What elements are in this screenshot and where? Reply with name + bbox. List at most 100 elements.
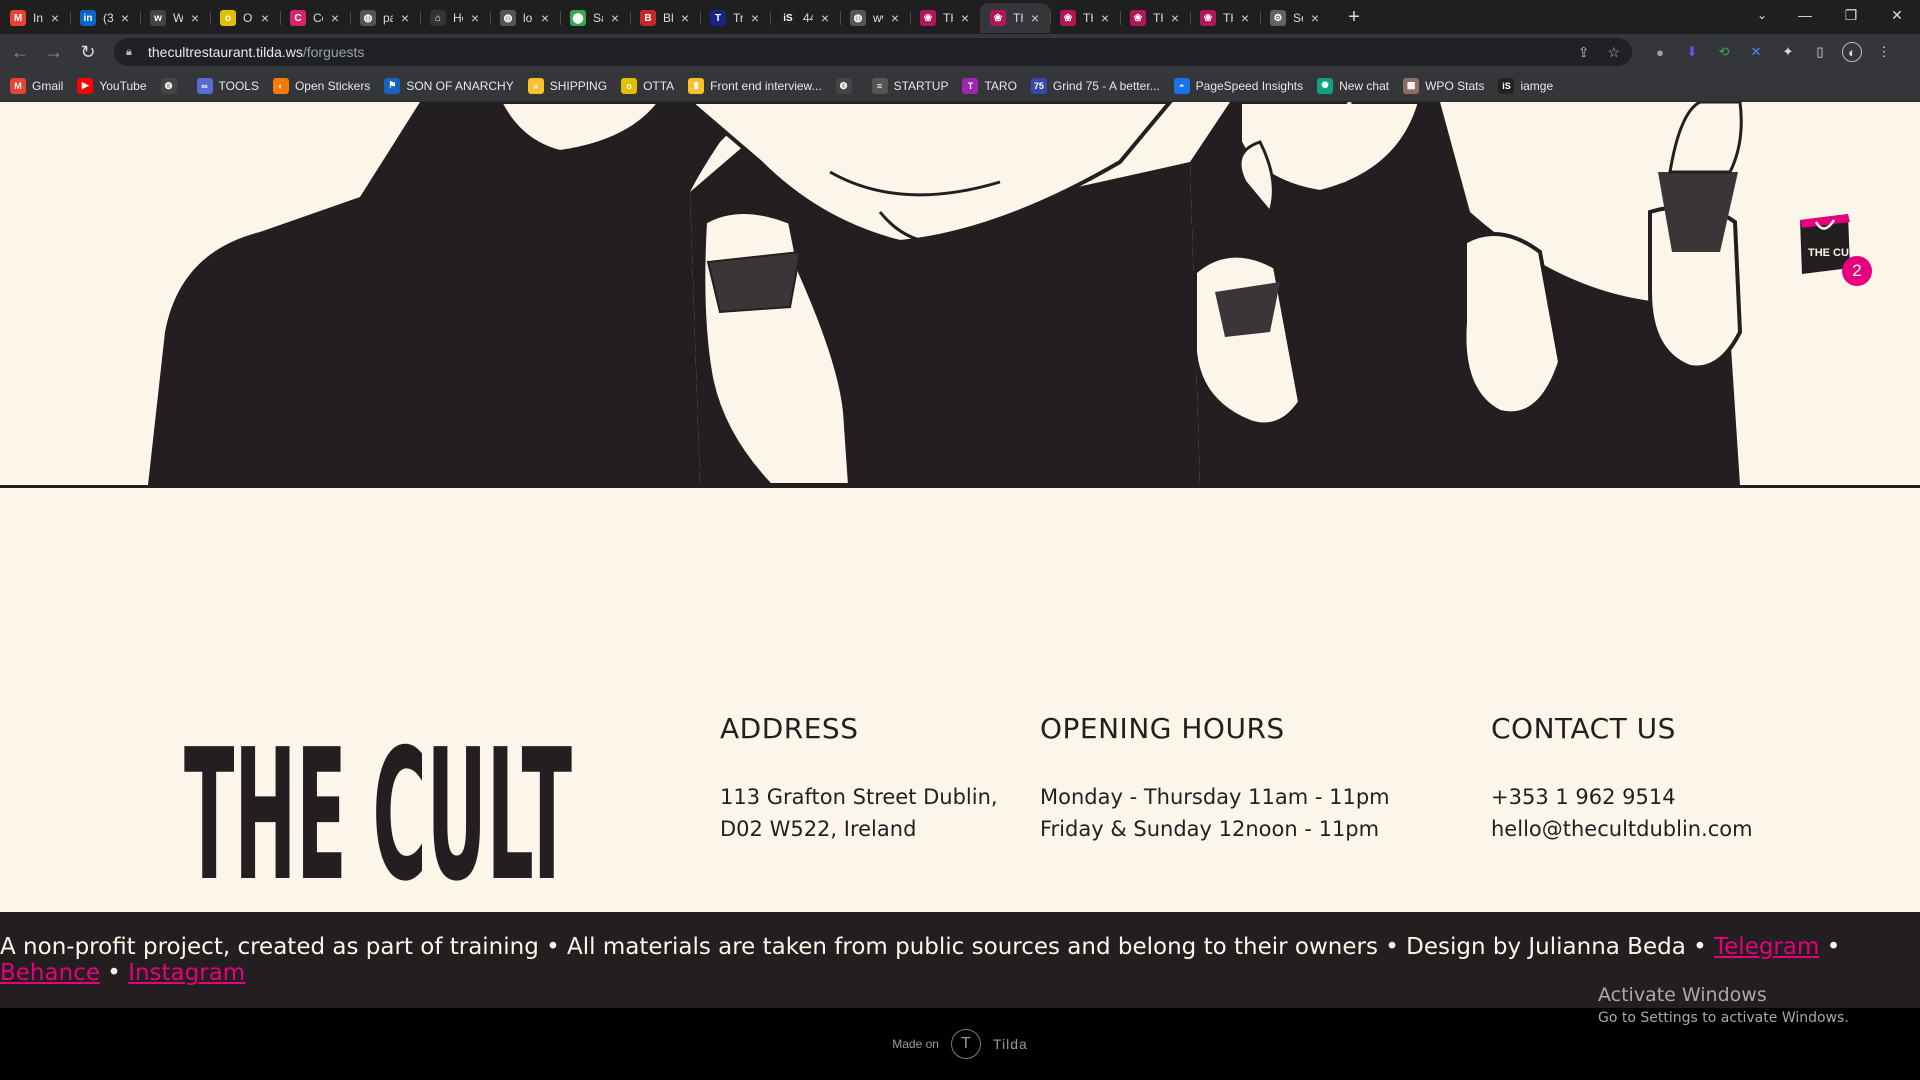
browser-tab[interactable]: B Blac × bbox=[630, 3, 700, 33]
x-extension-icon[interactable]: ✕ bbox=[1746, 42, 1766, 62]
bookmark-label: Gmail bbox=[32, 78, 64, 93]
bookmark-item[interactable]: ✺ New chat bbox=[1317, 77, 1390, 94]
browser-tab[interactable]: in (3) f × bbox=[70, 3, 140, 33]
back-button[interactable]: ← bbox=[6, 42, 34, 63]
bookmark-label: iamge bbox=[1520, 78, 1554, 93]
extension-icon[interactable]: ● bbox=[1650, 42, 1670, 62]
tab-close-icon[interactable]: × bbox=[537, 10, 553, 26]
tab-close-icon[interactable]: × bbox=[1237, 10, 1253, 26]
bookmark-item[interactable]: ⚑ SON OF ANARCHY bbox=[384, 77, 514, 94]
contact-phone-link[interactable]: +353 1 962 9514 bbox=[1491, 781, 1753, 813]
tilda-site-icon: ❀ bbox=[1060, 10, 1076, 26]
globe-icon: ◍ bbox=[160, 77, 177, 94]
tab-close-icon[interactable]: × bbox=[957, 10, 973, 26]
lock-icon[interactable]: 🔒︎ bbox=[126, 46, 138, 59]
close-window-button[interactable]: ✕ bbox=[1874, 7, 1920, 24]
reload-button[interactable]: ↻ bbox=[74, 42, 102, 63]
browser-tab[interactable]: M Inbox × bbox=[0, 3, 70, 33]
gmail-icon: M bbox=[10, 77, 26, 94]
address-bar[interactable]: 🔒︎ thecultrestaurant.tilda.ws/forguests … bbox=[114, 38, 1632, 66]
bookmark-item[interactable]: 75 Grind 75 - A better... bbox=[1030, 77, 1160, 94]
tab-close-icon[interactable]: × bbox=[817, 10, 833, 26]
tab-close-icon[interactable]: × bbox=[1307, 10, 1323, 26]
tilda-logo-icon: T bbox=[950, 1029, 981, 1059]
bookmark-item[interactable]: o OTTA bbox=[621, 77, 674, 94]
tab-close-icon[interactable]: × bbox=[467, 10, 483, 26]
telegram-link[interactable]: Telegram bbox=[1714, 934, 1819, 960]
brand-logo[interactable]: THE CULT bbox=[184, 708, 572, 884]
browser-tab[interactable]: ◍ www × bbox=[840, 3, 910, 33]
bookmark-item[interactable]: ◐ Open Stickers bbox=[272, 77, 370, 94]
profile-avatar-icon[interactable]: ◐ bbox=[1842, 42, 1862, 62]
browser-tab[interactable]: o Otta × bbox=[210, 3, 280, 33]
browser-toolbar: ← → ↻ 🔒︎ thecultrestaurant.tilda.ws/forg… bbox=[0, 34, 1920, 70]
share-icon[interactable]: ⇪ bbox=[1578, 44, 1590, 61]
minimize-button[interactable]: — bbox=[1782, 7, 1828, 23]
browser-tab[interactable]: ⬤ Sab × bbox=[560, 3, 630, 33]
forward-button[interactable]: → bbox=[40, 42, 68, 63]
bookmark-item[interactable]: » SHIPPING bbox=[527, 77, 607, 94]
browser-tab[interactable]: ❀ THE × bbox=[1050, 3, 1120, 33]
bookmark-item[interactable]: iS iamge bbox=[1498, 77, 1554, 94]
bookmark-item[interactable]: ≡ STARTUP bbox=[871, 77, 948, 94]
bookmark-item[interactable]: ◍ bbox=[835, 77, 858, 94]
tab-close-icon[interactable]: × bbox=[117, 10, 133, 26]
shipping-icon: » bbox=[527, 77, 544, 94]
tab-close-icon[interactable]: × bbox=[747, 10, 763, 26]
browser-tab[interactable]: ◍ pap × bbox=[350, 3, 420, 33]
tab-close-icon[interactable]: × bbox=[1097, 10, 1113, 26]
browser-tab[interactable]: T Truz × bbox=[700, 3, 770, 33]
browser-tab[interactable]: ⌂ Hon × bbox=[420, 3, 490, 33]
bookmark-label: TARO bbox=[984, 78, 1017, 93]
bookmark-star-icon[interactable]: ☆ bbox=[1607, 44, 1620, 61]
tab-close-icon[interactable]: × bbox=[887, 10, 903, 26]
tab-close-icon[interactable]: × bbox=[1167, 10, 1183, 26]
folder-icon: ∞ bbox=[196, 77, 213, 94]
tab-close-icon[interactable]: × bbox=[1027, 10, 1043, 26]
download-extension-icon[interactable]: ⬇ bbox=[1682, 42, 1702, 62]
browser-tab[interactable]: ❀ THE × bbox=[980, 3, 1050, 33]
bookmark-item[interactable]: T TARO bbox=[962, 77, 1017, 94]
activate-title: Activate Windows bbox=[1598, 984, 1767, 1006]
bookmark-item[interactable]: ▦ WPO Stats bbox=[1403, 77, 1484, 94]
browser-tab[interactable]: ❀ THE × bbox=[910, 3, 980, 33]
tab-list: M Inbox × in (3) f × w We × o Otta × C Con × ◍ pap × ⌂ Hon ×… bbox=[0, 0, 1330, 34]
restore-button[interactable]: ❐ bbox=[1828, 7, 1874, 24]
tab-title: www bbox=[873, 11, 883, 25]
hours-line1: Monday - Thursday 11am - 11pm bbox=[1040, 785, 1390, 809]
tab-close-icon[interactable]: × bbox=[187, 10, 203, 26]
sync-extension-icon[interactable]: ⟲ bbox=[1714, 42, 1734, 62]
puzzle-icon[interactable]: ✦ bbox=[1778, 42, 1798, 62]
tab-title: We bbox=[173, 11, 183, 25]
sidepanel-icon[interactable]: ▯ bbox=[1810, 42, 1830, 62]
bookmark-label: New chat bbox=[1339, 78, 1390, 93]
new-tab-button[interactable]: + bbox=[1342, 6, 1366, 29]
behance-link[interactable]: Behance bbox=[0, 960, 100, 986]
tab-close-icon[interactable]: × bbox=[607, 10, 623, 26]
instagram-link[interactable]: Instagram bbox=[128, 960, 245, 986]
hours-text: Monday - Thursday 11am - 11pm Friday & S… bbox=[1040, 781, 1390, 845]
contact-email-link[interactable]: hello@thecultdublin.com bbox=[1491, 813, 1753, 845]
browser-tab[interactable]: ⚙ Setti × bbox=[1260, 3, 1330, 33]
tab-close-icon[interactable]: × bbox=[257, 10, 273, 26]
tab-search-icon[interactable]: ⌄ bbox=[1742, 8, 1782, 22]
bookmark-item[interactable]: ▮ Front end interview... bbox=[688, 77, 822, 94]
browser-tab[interactable]: w We × bbox=[140, 3, 210, 33]
is-icon: iS bbox=[780, 10, 796, 26]
bookmark-item[interactable]: ▶ YouTube bbox=[77, 77, 147, 94]
tab-close-icon[interactable]: × bbox=[47, 10, 63, 26]
bookmark-item[interactable]: M Gmail bbox=[10, 77, 64, 94]
address-line2: D02 W522, Ireland bbox=[720, 817, 917, 841]
browser-tab[interactable]: iS 44,1 × bbox=[770, 3, 840, 33]
bookmark-item[interactable]: ◓ PageSpeed Insights bbox=[1173, 77, 1303, 94]
bookmark-item[interactable]: ◍ bbox=[160, 77, 183, 94]
tab-close-icon[interactable]: × bbox=[397, 10, 413, 26]
tab-close-icon[interactable]: × bbox=[677, 10, 693, 26]
browser-tab[interactable]: C Con × bbox=[280, 3, 350, 33]
menu-kebab-icon[interactable]: ⋮ bbox=[1874, 42, 1894, 62]
bookmark-item[interactable]: ∞ TOOLS bbox=[196, 77, 259, 94]
tab-close-icon[interactable]: × bbox=[327, 10, 343, 26]
browser-tab[interactable]: ❀ THE × bbox=[1190, 3, 1260, 33]
browser-tab[interactable]: ◍ loca × bbox=[490, 3, 560, 33]
browser-tab[interactable]: ❀ THE × bbox=[1120, 3, 1190, 33]
